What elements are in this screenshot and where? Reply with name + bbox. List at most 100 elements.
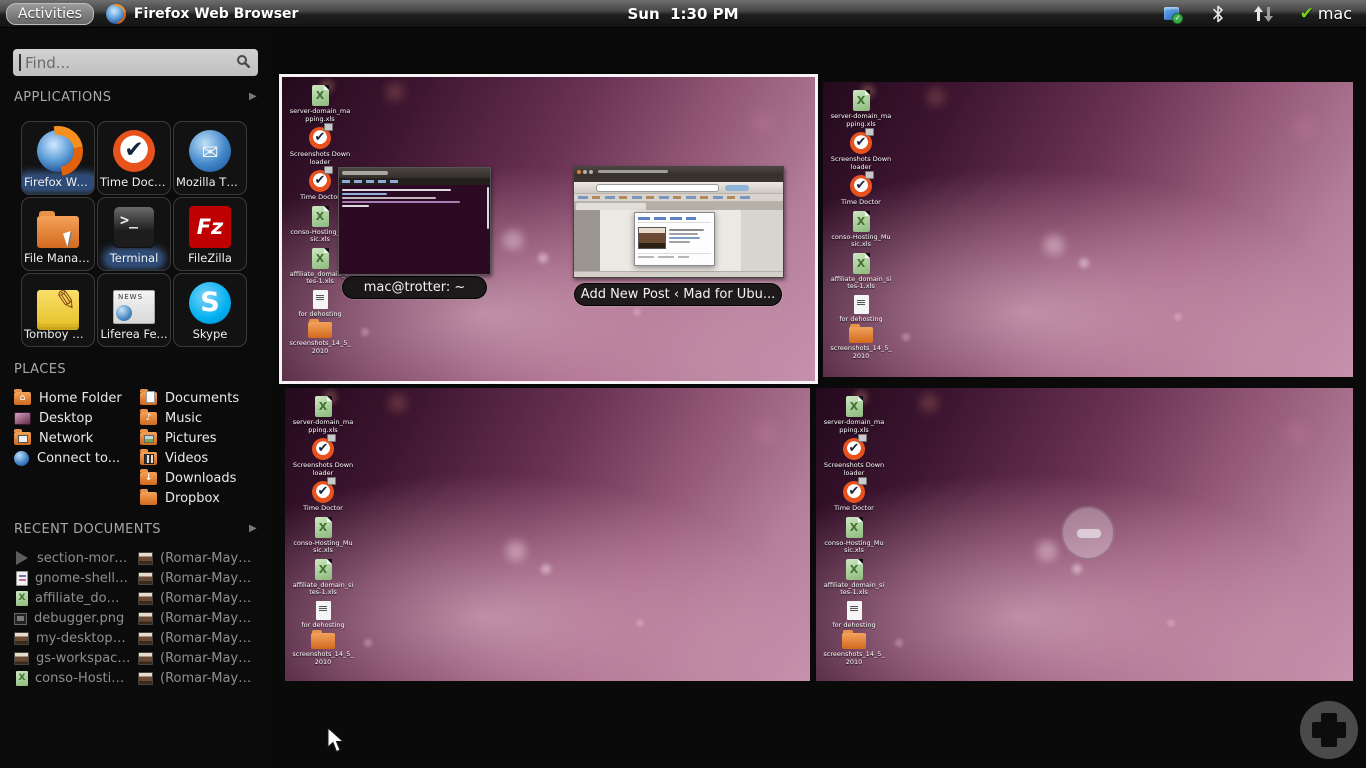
firefox-navbar [574,182,783,193]
app-tile-terminal[interactable]: Terminal [97,197,171,271]
workspace-thumbnail-2[interactable]: server-domain_mapping.xls Screenshots Do… [823,82,1353,377]
app-tile-tomboy[interactable]: Tomboy No... [21,273,95,347]
text-document-icon [316,601,331,620]
place-home-folder[interactable]: Home Folder [14,388,122,408]
recent-doc[interactable]: gnome-shell.css [14,568,134,588]
recent-doc[interactable]: section-more.s... [14,548,134,568]
app-tile-skype[interactable]: Skype [173,273,247,347]
place-music[interactable]: Music [140,408,239,428]
recent-doc[interactable]: (Romar-Mayer ... [138,648,257,668]
recent-doc[interactable]: (Romar-Mayer ... [138,548,257,568]
desktop-icon-text-document: for dehosting [829,295,893,324]
place-videos[interactable]: Videos [140,448,239,468]
recent-doc[interactable]: (Romar-Mayer ... [138,588,257,608]
recent-doc-label: section-more.s... [37,551,134,566]
liferea-icon [113,290,155,324]
place-label: Desktop [39,411,93,426]
place-label: Documents [165,391,239,406]
css-file-icon [16,571,28,586]
desktop-icon-label: server-domain_mapping.xls [292,419,354,434]
terminal-window-thumbnail[interactable] [338,167,491,275]
spreadsheet-icon [16,591,28,606]
dropbox-icon[interactable] [1162,4,1182,24]
place-connect-to[interactable]: Connect to... [14,448,122,468]
app-label: FileZilla [184,251,236,266]
place-dropbox[interactable]: Dropbox [140,488,239,508]
recent-doc[interactable]: (Romar-Mayer ... [138,568,257,588]
recent-doc[interactable]: debugger.png [14,608,134,628]
green-check-icon: ✔ [1300,4,1314,24]
recent-column-left: section-more.s... gnome-shell.css affili… [14,548,134,688]
recent-documents-expand-icon[interactable]: ▶ [249,523,257,534]
network-arrows-icon[interactable] [1254,4,1274,24]
desktop-icon-label: affiliate_domain_sites-1.xls [292,582,354,597]
recent-doc[interactable]: (Romar-Mayer ... [138,628,257,648]
bluetooth-icon[interactable] [1208,4,1228,24]
place-label: Music [165,411,202,426]
app-label: Skype [189,327,232,342]
recent-doc[interactable]: my-desktopno... [14,628,134,648]
add-workspace-button[interactable] [1300,701,1358,759]
desktop-icon-time-doctor: Time Doctor [291,481,355,513]
overview-sidebar: APPLICATIONS ▶ Firefox We... Time Doctor… [0,27,270,768]
place-desktop[interactable]: Desktop [14,408,122,428]
desktop-icon-time-doctor: Time Doctor [829,175,893,207]
recent-doc-label: gnome-shell.css [35,571,132,586]
app-tile-firefox[interactable]: Firefox We... [21,121,95,195]
place-network[interactable]: Network [14,428,122,448]
recent-doc-label: debugger.png [34,611,124,626]
recent-doc-label: (Romar-Mayer ... [160,631,257,646]
app-tile-filezilla[interactable]: FileZilla [173,197,247,271]
desktop-icon-folder: screenshots_14_5_2010 [288,322,352,355]
place-label: Downloads [165,471,236,486]
app-menu[interactable]: Firefox Web Browser [106,4,299,24]
place-pictures[interactable]: Pictures [140,428,239,448]
desktop-icon-spreadsheet: server-domain_mapping.xls [291,396,355,434]
user-menu[interactable]: ✔ mac [1300,4,1352,24]
recent-doc[interactable]: gs-workspace.... [14,648,134,668]
image-thumbnail-icon [138,572,153,585]
activities-button[interactable]: Activities [6,3,94,25]
desktop-icon-spreadsheet: server-domain_mapping.xls [822,396,886,434]
workspace-thumbnail-4[interactable]: server-domain_mapping.xls Screenshots Do… [816,388,1353,681]
firefox-tab-bar [574,202,783,210]
recent-doc-label: gs-workspace.... [36,651,133,666]
workspace-thumbnail-1[interactable]: server-domain_mapping.xls Screenshots Do… [279,74,818,384]
text-document-icon [854,295,869,314]
place-documents[interactable]: Documents [140,388,239,408]
firefox-titlebar [574,167,783,176]
place-label: Network [39,431,93,446]
spreadsheet-icon [315,517,332,538]
place-downloads[interactable]: Downloads [140,468,239,488]
desktop-icon-spreadsheet: server-domain_mapping.xls [288,85,352,123]
app-label: Terminal [106,251,163,266]
search-input[interactable] [21,54,236,72]
spreadsheet-icon [853,90,870,111]
search-box[interactable] [13,49,258,76]
desktop-icon-text-document: for dehosting [291,601,355,630]
folder-icon [311,633,335,649]
clock[interactable]: Sun 1:30 PM [627,5,738,23]
image-thumbnail-icon [138,652,153,665]
recent-doc[interactable]: conso-Hosting... [14,668,134,688]
app-tile-thunderbird[interactable]: Mozilla Th... [173,121,247,195]
recent-doc[interactable]: (Romar-Mayer ... [138,668,257,688]
app-label: Liferea Fe... [97,327,171,342]
media-dialog [634,212,715,265]
applications-expand-icon[interactable]: ▶ [249,91,257,102]
recent-doc[interactable]: (Romar-Mayer ... [138,608,257,628]
app-tile-time-doctor[interactable]: Time Doctor [97,121,171,195]
workspace-thumbnail-3[interactable]: server-domain_mapping.xls Screenshots Do… [285,388,810,681]
remove-workspace-button[interactable] [1061,506,1115,560]
firefox-window-thumbnail[interactable] [573,166,784,278]
recent-doc[interactable]: affiliate_domai... [14,588,134,608]
places-column-left: Home Folder Desktop Network Connect to..… [14,388,122,468]
desktop-icon-label: affiliate_domain_sites-1.xls [823,582,885,597]
terminal-titlebar [339,168,490,178]
app-tile-file-manager[interactable]: File Manager [21,197,95,271]
text-document-icon [313,290,328,309]
video-file-icon [14,550,30,566]
app-tile-liferea[interactable]: Liferea Fe... [97,273,171,347]
app-label: Firefox We... [21,175,95,190]
desktop-icon-text-document: for dehosting [288,290,352,319]
